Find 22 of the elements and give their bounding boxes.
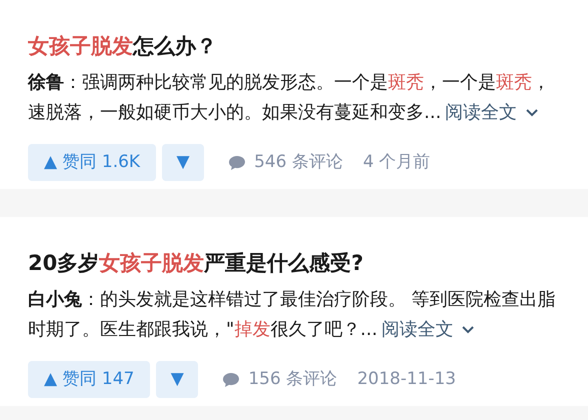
read-more-link[interactable]: 阅读全文 [445, 98, 518, 128]
chevron-down-icon [461, 325, 476, 335]
upvote-button[interactable]: ▲ 赞同 1.6K [28, 144, 156, 181]
post-time: 4 个月前 [362, 150, 430, 174]
answer-excerpt: ：强调两种比较常见的脱发形态。一个是斑秃，一个是斑秃， [64, 71, 550, 95]
author-name: 徐鲁 [28, 71, 64, 95]
answer-excerpt: 时期了。医生都跟我说，"掉发很久了吧？... [28, 318, 378, 342]
question-title[interactable]: 20多岁女孩子脱发严重是什么感受? [28, 249, 588, 277]
comment-count[interactable]: 546 条评论 [254, 150, 343, 176]
chevron-down-icon [525, 108, 540, 118]
comment-count[interactable]: 156 条评论 [248, 366, 338, 392]
downvote-button[interactable]: ▼ [162, 144, 204, 181]
comment-icon [222, 372, 240, 388]
question-title[interactable]: 女孩子脱发怎么办？ [28, 32, 588, 60]
answer-excerpt: 速脱落，一般如硬币大小的。如果没有蔓延和变多... [28, 101, 442, 125]
comment-icon [228, 154, 246, 170]
author-name: 白小兔 [28, 288, 82, 312]
upvote-button[interactable]: ▲ 赞同 147 [28, 361, 150, 398]
read-more-link[interactable]: 阅读全文 [381, 315, 454, 345]
post-time: 2018-11-13 [357, 368, 456, 391]
downvote-button[interactable]: ▼ [156, 361, 198, 398]
answer-excerpt: ：的头发就是这样错过了最佳治疗阶段。 等到医院检查出脂 [82, 288, 556, 312]
